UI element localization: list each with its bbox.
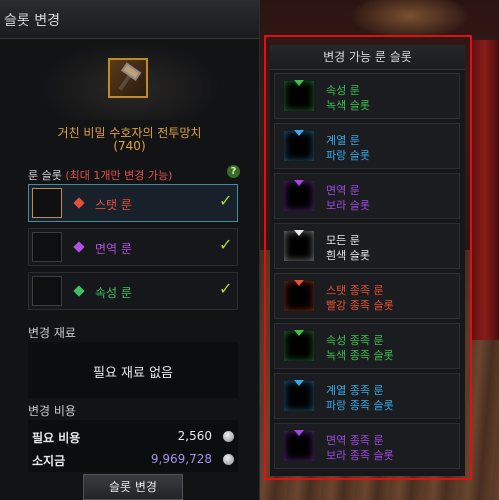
cost-label: 변경 비용	[28, 404, 76, 418]
required-cost-label: 필요 비용	[32, 431, 81, 445]
check-icon: ✓	[219, 235, 233, 254]
purple-gem-icon	[73, 241, 85, 253]
rune-slot-option[interactable]: 스탯 종족 룬빨강 종족 슬롯	[274, 273, 460, 319]
rune-slot-option[interactable]: 면역 룬보라 슬롯	[274, 173, 460, 219]
check-icon: ✓	[219, 279, 233, 298]
silver-coin-icon	[223, 431, 234, 442]
rune-name: 속성 종족 룬	[326, 334, 384, 347]
change-slot-button[interactable]: 슬롯 변경	[83, 474, 183, 500]
rune-slot-row-attribute[interactable]: 속성 룬 ✓	[28, 272, 238, 310]
owned-money-value: 9,969,728	[150, 452, 212, 466]
rune-slot-color: 파랑 종족 슬롯	[326, 399, 394, 412]
rune-slot-color: 보라 종족 슬롯	[326, 449, 394, 462]
materials-label: 변경 재료	[28, 326, 76, 340]
background-curtain	[470, 40, 499, 340]
check-icon: ✓	[219, 191, 233, 210]
rune-slot-header: 룬 슬롯 (최대 1개만 변경 가능)	[28, 167, 172, 183]
rune-name: 계열 룬	[326, 134, 360, 147]
white-rune-icon	[284, 230, 314, 261]
rune-slot-option[interactable]: 속성 룬녹색 슬롯	[274, 73, 460, 119]
rune-slot-option[interactable]: 계열 종족 룬파랑 종족 슬롯	[274, 373, 460, 419]
green-rune-icon	[284, 330, 314, 361]
rune-slot-option[interactable]: 모든 룬흰색 슬롯	[274, 223, 460, 269]
rune-slot-option[interactable]: 속성 종족 룬녹색 종족 슬롯	[274, 323, 460, 369]
rune-slot-row-immunity[interactable]: 면역 룬 ✓	[28, 228, 238, 266]
required-cost-row: 필요 비용 2,560	[32, 429, 238, 447]
rune-slot-box	[32, 188, 62, 218]
rune-slot-option[interactable]: 계열 룬파랑 슬롯	[274, 123, 460, 169]
rune-name: 면역 종족 룬	[326, 434, 384, 447]
rune-slot-color: 파랑 슬롯	[326, 149, 370, 162]
window-title: 슬롯 변경	[4, 13, 60, 29]
warhammer-icon[interactable]	[108, 58, 148, 98]
rune-slot-label: 룬 슬롯	[28, 169, 62, 182]
help-icon[interactable]: ?	[227, 165, 240, 178]
item-level: (740)	[113, 139, 146, 153]
slot-label: 스탯 룬	[95, 198, 132, 212]
blue-rune-icon	[284, 130, 314, 161]
rune-name: 스탯 종족 룬	[326, 284, 384, 297]
red-gem-icon	[73, 197, 85, 209]
rune-slot-option[interactable]: 면역 종족 룬보라 종족 슬롯	[274, 423, 460, 469]
rune-name: 모든 룬	[326, 234, 360, 247]
rune-slot-color: 녹색 종족 슬롯	[326, 349, 394, 362]
rune-name: 속성 룬	[326, 84, 360, 97]
rune-slot-note: (최대 1개만 변경 가능)	[65, 169, 173, 182]
rune-slot-color: 빨강 종족 슬롯	[326, 299, 394, 312]
rune-slot-color: 녹색 슬롯	[326, 99, 370, 112]
purple-rune-icon	[284, 180, 314, 211]
slot-change-window: 슬롯 변경 거친 비밀 수호자의 전투망치 (740) 룬 슬롯 (최대 1개만…	[0, 0, 260, 500]
rune-slot-box	[32, 232, 62, 262]
materials-box: 필요 재료 없음	[28, 342, 238, 398]
background-lamp	[350, 0, 470, 40]
available-rune-slots-panel: 변경 가능 룬 슬롯 속성 룬녹색 슬롯계열 룬파랑 슬롯면역 룬보라 슬롯모든…	[270, 45, 465, 476]
red-rune-icon	[284, 280, 314, 311]
green-gem-icon	[73, 285, 85, 297]
purple-rune-icon	[284, 430, 314, 461]
rune-slot-color: 보라 슬롯	[326, 199, 370, 212]
window-titlebar[interactable]: 슬롯 변경	[0, 0, 259, 39]
slot-label: 면역 룬	[95, 242, 132, 256]
slot-label: 속성 룬	[95, 286, 132, 300]
silver-coin-icon	[223, 454, 234, 465]
rune-slot-row-stat[interactable]: 스탯 룬 ✓	[28, 184, 238, 222]
blue-rune-icon	[284, 380, 314, 411]
available-panel-title: 변경 가능 룬 슬롯	[270, 45, 465, 70]
owned-money-label: 소지금	[32, 454, 66, 468]
rune-slot-color: 흰색 슬롯	[326, 249, 370, 262]
rune-slot-box	[32, 276, 62, 306]
required-cost-value: 2,560	[177, 429, 212, 443]
green-rune-icon	[284, 80, 314, 111]
no-materials-text: 필요 재료 없음	[92, 366, 174, 381]
owned-money-row: 소지금 9,969,728	[32, 452, 238, 470]
rune-name: 계열 종족 룬	[326, 384, 384, 397]
rune-name: 면역 룬	[326, 184, 360, 197]
